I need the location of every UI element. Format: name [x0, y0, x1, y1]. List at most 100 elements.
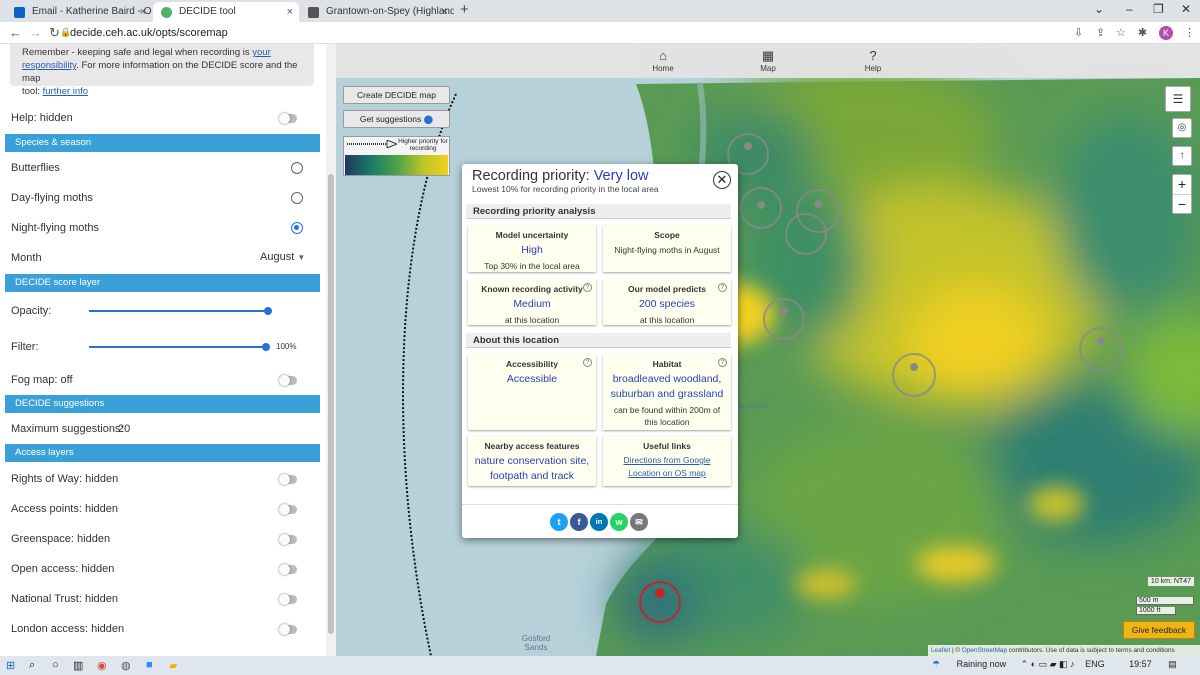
chrome-icon[interactable]: ◉: [97, 659, 107, 672]
decide-favicon: [161, 7, 172, 18]
accessibility-card: ? Accessibility Accessible: [468, 354, 596, 430]
location-pin-icon: ⬤: [423, 114, 434, 124]
tray-icons[interactable]: ⌃ ◐ ▭ ▰ ◧ ♪: [1021, 659, 1075, 669]
google-directions-link[interactable]: Directions from Google: [603, 454, 731, 467]
place-label-aberlady: Aberlady Bay: [736, 404, 769, 410]
zoom-app-icon[interactable]: ■: [146, 659, 153, 671]
bookmark-star-icon[interactable]: ☆: [1116, 26, 1126, 39]
menu-icon[interactable]: ⋮: [1184, 26, 1195, 39]
os-map-link[interactable]: Location on OS map: [603, 467, 731, 480]
info-text: tool:: [22, 86, 43, 97]
install-icon[interactable]: ⇩: [1074, 26, 1083, 39]
close-tab-icon[interactable]: ×: [442, 2, 448, 22]
greenspace-toggle[interactable]: [279, 534, 297, 545]
filter-slider-handle[interactable]: [262, 343, 270, 351]
nav-map-label: Map: [760, 64, 776, 73]
close-window-icon[interactable]: ✕: [1181, 2, 1191, 16]
close-tab-icon[interactable]: ×: [287, 2, 293, 22]
open-access-label: Open access: hidden: [11, 563, 115, 575]
card-subtext: at this location: [504, 315, 560, 325]
maximize-icon[interactable]: ❐: [1153, 2, 1164, 16]
species-butterflies-radio[interactable]: [291, 162, 303, 174]
sidebar-scrollbar[interactable]: [326, 44, 336, 656]
nav-help[interactable]: ? Help: [848, 48, 898, 73]
scrollbar-thumb[interactable]: [328, 174, 334, 634]
rights-of-way-toggle[interactable]: [279, 474, 297, 485]
help-toggle[interactable]: [279, 113, 297, 124]
tab-search-icon[interactable]: ⌄: [1094, 2, 1104, 16]
app-icon[interactable]: ◍: [121, 659, 131, 672]
windows-start-icon[interactable]: ⊞: [6, 659, 15, 672]
further-info-link[interactable]: further info: [43, 86, 88, 97]
close-tab-icon[interactable]: ×: [140, 2, 146, 22]
location-header: About this location: [466, 333, 731, 348]
layers-icon[interactable]: ☰: [1165, 86, 1191, 112]
reset-north-icon[interactable]: ↑: [1172, 146, 1192, 166]
species-day-moths-radio[interactable]: [291, 192, 303, 204]
notifications-icon[interactable]: ▤: [1168, 659, 1177, 669]
reload-icon[interactable]: ↻: [49, 25, 60, 41]
twitter-share-icon[interactable]: t: [550, 513, 568, 531]
whatsapp-share-icon[interactable]: w: [610, 513, 628, 531]
get-suggestions-button[interactable]: Get suggestions ⬤: [343, 110, 450, 128]
open-access-toggle[interactable]: [279, 564, 297, 575]
london-access-toggle[interactable]: [279, 624, 297, 635]
create-decide-map-button[interactable]: Create DECIDE map: [343, 86, 450, 104]
help-question-icon[interactable]: ?: [583, 358, 592, 367]
species-night-moths-radio[interactable]: [291, 222, 303, 234]
clock[interactable]: 19:57: [1129, 659, 1152, 669]
place-label-gosford: Gosford Sands: [521, 634, 551, 652]
new-tab-button[interactable]: +: [460, 1, 469, 18]
suggestions-section-header: DECIDE suggestions: [5, 395, 320, 413]
info-link-your[interactable]: your: [252, 47, 270, 58]
language-indicator[interactable]: ENG: [1085, 659, 1105, 669]
extensions-icon[interactable]: ✱: [1138, 26, 1147, 39]
url-field[interactable]: decide.ceh.ac.uk/opts/scoremap: [70, 25, 228, 41]
opacity-slider[interactable]: [89, 310, 268, 312]
osm-link[interactable]: OpenStreetMap: [962, 647, 1007, 654]
legend-gradient: [345, 155, 448, 175]
file-explorer-icon[interactable]: ▥: [73, 659, 83, 672]
linkedin-share-icon[interactable]: in: [590, 513, 608, 531]
info-link-responsibility[interactable]: responsibility: [22, 60, 76, 71]
zoom-in-button[interactable]: +: [1173, 175, 1191, 194]
close-popup-button[interactable]: ✕: [713, 171, 731, 189]
filter-label: Filter:: [11, 341, 39, 353]
opacity-slider-handle[interactable]: [264, 307, 272, 315]
tab-outlook[interactable]: Email - Katherine Baird - Outlook ×: [6, 2, 152, 22]
opacity-label: Opacity:: [11, 305, 52, 317]
national-trust-toggle[interactable]: [279, 594, 297, 605]
share-page-icon[interactable]: ⇪: [1096, 26, 1105, 39]
weather-text[interactable]: Raining now: [957, 659, 1007, 669]
card-value: broadleaved woodland, suburban and grass…: [610, 373, 724, 400]
help-question-icon[interactable]: ?: [718, 283, 727, 292]
task-view-icon[interactable]: ○: [52, 659, 59, 671]
nav-home[interactable]: ⌂ Home: [638, 48, 688, 73]
back-icon[interactable]: ←: [9, 25, 22, 40]
minimize-icon[interactable]: –: [1126, 2, 1133, 16]
facebook-share-icon[interactable]: f: [570, 513, 588, 531]
dropdown-caret-icon: ▼: [297, 253, 306, 262]
filter-slider[interactable]: [89, 346, 267, 348]
help-question-icon[interactable]: ?: [583, 283, 592, 292]
leaflet-link[interactable]: Leaflet: [931, 647, 950, 654]
give-feedback-button[interactable]: Give feedback: [1123, 621, 1195, 639]
max-suggestions-label: Maximum suggestions:: [11, 423, 124, 435]
max-suggestions-value[interactable]: 20: [118, 423, 130, 435]
zoom-out-button[interactable]: −: [1173, 194, 1191, 213]
map-top-nav: ⌂ Home ▦ Map ? Help: [336, 44, 1200, 78]
search-icon[interactable]: ⌕: [29, 659, 35, 672]
card-title: Habitat: [652, 359, 682, 369]
tab-grantown[interactable]: Grantown-on-Spey (Highland) w ×: [300, 2, 454, 22]
month-select[interactable]: August ▼: [260, 251, 305, 263]
email-share-icon[interactable]: ✉: [630, 513, 648, 531]
forward-icon[interactable]: →: [29, 25, 42, 40]
nav-map[interactable]: ▦ Map: [743, 48, 793, 73]
fog-toggle[interactable]: [279, 375, 297, 386]
locate-icon[interactable]: ◎: [1172, 118, 1192, 138]
tab-decide[interactable]: DECIDE tool ×: [153, 2, 299, 22]
profile-avatar[interactable]: K: [1159, 26, 1173, 40]
access-points-toggle[interactable]: [279, 504, 297, 515]
help-question-icon[interactable]: ?: [718, 358, 727, 367]
sticky-notes-icon[interactable]: ▰: [169, 659, 177, 672]
